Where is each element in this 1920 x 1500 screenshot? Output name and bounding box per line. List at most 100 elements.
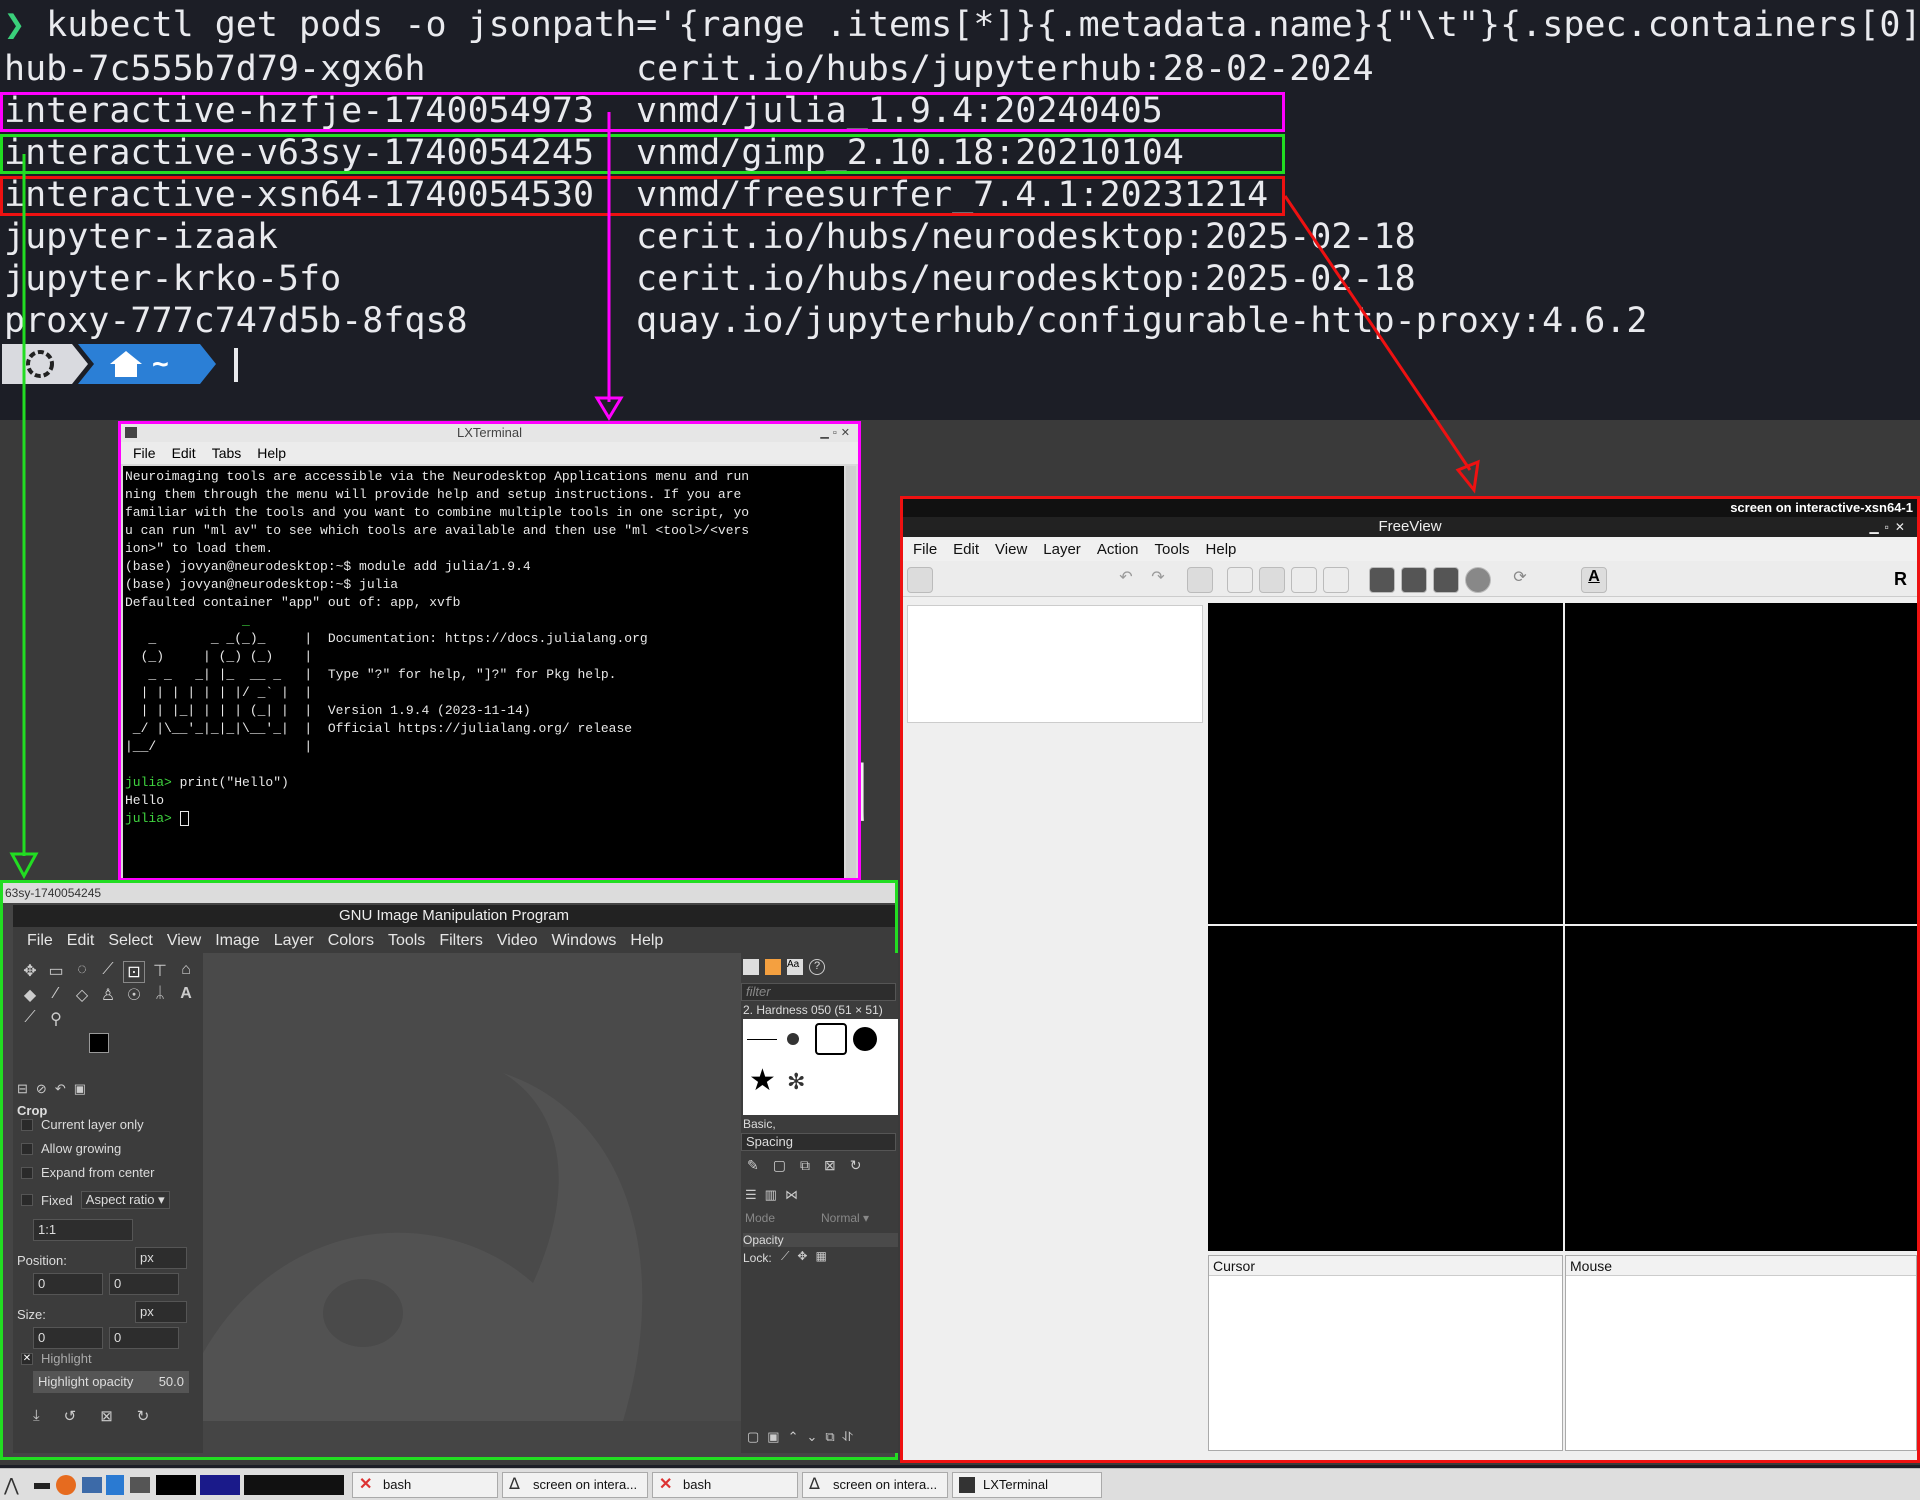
delete-icon[interactable]: ⊠: [100, 1407, 113, 1425]
move-tool-icon[interactable]: ✥: [19, 961, 41, 983]
menu-windows[interactable]: Windows: [552, 932, 617, 950]
brush-star-icon[interactable]: ★: [749, 1063, 776, 1098]
axial-view[interactable]: [1565, 926, 1917, 1251]
checkbox[interactable]: [21, 1118, 33, 1131]
recon-edit-icon[interactable]: [939, 567, 965, 593]
position-x-field[interactable]: 0: [33, 1273, 103, 1295]
zoom-tool-icon[interactable]: ⚲: [45, 1009, 67, 1031]
brush-splatter-icon[interactable]: ✻: [787, 1069, 805, 1095]
minimize-all-icon[interactable]: [34, 1483, 50, 1489]
delete-brush-icon[interactable]: ⊠: [824, 1157, 836, 1174]
3d-view-icon[interactable]: [1465, 567, 1491, 593]
menu-help[interactable]: Help: [1206, 541, 1237, 558]
transform-icon[interactable]: [1729, 567, 1755, 593]
file-manager-icon[interactable]: [82, 1477, 102, 1493]
menu-edit[interactable]: Edit: [67, 932, 95, 950]
lock-pixels-icon[interactable]: ⟋: [781, 1249, 789, 1264]
main-view[interactable]: [1208, 603, 1563, 924]
terminal-launch-icon[interactable]: [130, 1477, 150, 1493]
window-menu-icon[interactable]: [125, 427, 137, 438]
transform-tool-icon[interactable]: ⊤: [149, 961, 171, 983]
freeview-titlebar[interactable]: FreeView ▁▫✕: [903, 517, 1917, 537]
menu-colors[interactable]: Colors: [328, 932, 374, 950]
menu-layer[interactable]: Layer: [1043, 541, 1081, 558]
menu-file[interactable]: File: [133, 445, 156, 461]
size-unit-select[interactable]: px: [135, 1301, 187, 1323]
app-menu-icon[interactable]: ⋀: [4, 1475, 26, 1495]
terminal-output[interactable]: Neuroimaging tools are accessible via th…: [123, 466, 844, 878]
checkbox[interactable]: [21, 1194, 33, 1206]
edit-brush-icon[interactable]: ✎: [747, 1157, 759, 1174]
taskbar-button[interactable]: ✕ bash: [652, 1472, 798, 1498]
vscode-icon[interactable]: [106, 1475, 124, 1495]
workspace-3[interactable]: [244, 1475, 344, 1495]
fuzzy-select-tool-icon[interactable]: ⟋: [97, 961, 119, 983]
taskbar-button[interactable]: ᐃ screen on intera...: [502, 1472, 648, 1498]
expand-from-center-option[interactable]: Expand from center: [21, 1165, 154, 1180]
lasso-tool-icon[interactable]: ◌: [71, 961, 93, 983]
new-layer-group-icon[interactable]: ▣: [767, 1429, 779, 1445]
device-status-tab-icon[interactable]: ⊘: [36, 1081, 47, 1099]
ratio-field[interactable]: 1:1: [33, 1219, 133, 1241]
firefox-icon[interactable]: [56, 1475, 76, 1495]
surface-icon[interactable]: [1549, 567, 1575, 593]
brush-grid[interactable]: ★ ✻: [743, 1019, 898, 1115]
lower-layer-icon[interactable]: ⌄: [807, 1429, 818, 1445]
menu-edit[interactable]: Edit: [172, 445, 196, 461]
clone-tool-icon[interactable]: ♙: [97, 985, 119, 1007]
redo-icon[interactable]: ↷: [1145, 567, 1171, 593]
menu-filters[interactable]: Filters: [439, 932, 483, 950]
gimp-titlebar[interactable]: GNU Image Manipulation Program: [13, 905, 895, 927]
fixed-mode-select[interactable]: Aspect ratio ▾: [80, 1191, 170, 1209]
menu-help[interactable]: Help: [257, 445, 286, 461]
lxterminal-scrollbar[interactable]: [846, 466, 856, 878]
camera-icon[interactable]: [1687, 567, 1713, 593]
crop-tool-icon[interactable]: ⊡: [123, 961, 145, 983]
restore-icon[interactable]: ↺: [64, 1407, 77, 1425]
position-unit-select[interactable]: px: [135, 1247, 187, 1269]
screenshot-icon[interactable]: [1645, 567, 1671, 593]
merge-layer-icon[interactable]: ⥯: [843, 1429, 853, 1445]
contour-icon[interactable]: [1067, 567, 1093, 593]
brush-circle-icon[interactable]: [853, 1027, 877, 1051]
fixed-option[interactable]: Fixed Aspect ratio ▾: [21, 1191, 170, 1209]
sagittal-view[interactable]: [1565, 603, 1917, 924]
workspace-2[interactable]: [200, 1475, 240, 1495]
menu-edit[interactable]: Edit: [953, 541, 979, 558]
layout-1x3-icon[interactable]: [1187, 567, 1213, 593]
menu-view[interactable]: View: [167, 932, 201, 950]
menu-tools[interactable]: Tools: [1155, 541, 1190, 558]
paintbrush-tool-icon[interactable]: ⁄: [45, 985, 67, 1007]
brush-pixel-icon[interactable]: [747, 1039, 777, 1040]
highlight-opacity-slider[interactable]: Highlight opacity 50.0: [33, 1371, 189, 1393]
gimp-screen-window[interactable]: 63sy-1740054245 GNU Image Manipulation P…: [0, 880, 898, 1460]
undo-history-tab-icon[interactable]: ↶: [55, 1081, 66, 1099]
lxterminal-window[interactable]: LXTerminal ▁▫✕ File Edit Tabs Help Neuro…: [118, 421, 861, 881]
opacity-slider[interactable]: Opacity: [743, 1233, 898, 1247]
sagittal-view-icon[interactable]: [1369, 567, 1395, 593]
eraser-tool-icon[interactable]: ◇: [71, 985, 93, 1007]
voxel-edit-icon[interactable]: [971, 567, 997, 593]
menu-help[interactable]: Help: [630, 932, 663, 950]
raise-layer-icon[interactable]: ⌃: [788, 1429, 799, 1445]
undo-icon[interactable]: ↶: [1113, 567, 1139, 593]
duplicate-layer-icon[interactable]: ⧉: [825, 1429, 834, 1445]
help-icon[interactable]: ?: [809, 959, 825, 975]
brush-hardness-icon[interactable]: [787, 1033, 799, 1045]
text-tool-icon[interactable]: A: [175, 985, 197, 1007]
coronal-view[interactable]: [1208, 926, 1563, 1251]
lxterminal-titlebar[interactable]: LXTerminal ▁▫✕: [121, 424, 858, 442]
brushes-tab-icon[interactable]: [743, 959, 759, 975]
layout-1x1-icon[interactable]: [1227, 567, 1253, 593]
duplicate-brush-icon[interactable]: ⧉: [800, 1157, 810, 1174]
spacing-slider[interactable]: Spacing: [741, 1133, 896, 1151]
color-picker-tool-icon[interactable]: ⟋: [19, 1009, 41, 1031]
position-y-field[interactable]: 0: [109, 1273, 179, 1295]
checkbox[interactable]: [21, 1142, 33, 1155]
save-preset-icon[interactable]: ⤓: [33, 1407, 40, 1425]
workspace-1[interactable]: [156, 1475, 196, 1495]
layout-1x3v-icon[interactable]: [1323, 567, 1349, 593]
cursor-info-panel[interactable]: Cursor: [1208, 1255, 1563, 1451]
lock-alpha-icon[interactable]: ▦: [815, 1249, 826, 1264]
size-h-field[interactable]: 0: [109, 1327, 179, 1349]
